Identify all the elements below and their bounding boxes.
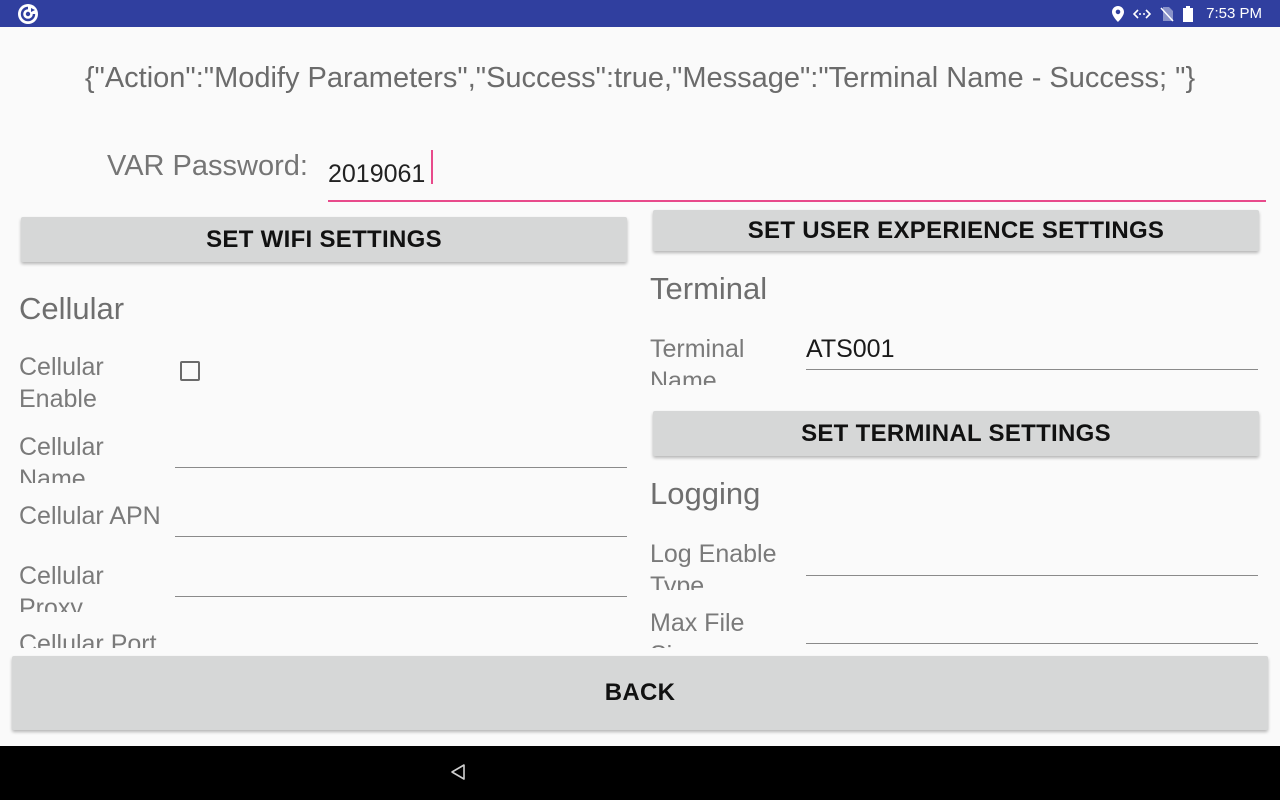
cellular-section-title: Cellular — [19, 291, 125, 326]
status-time: 7:53 PM — [1206, 5, 1262, 22]
cellular-proxy-input[interactable] — [175, 557, 627, 597]
set-terminal-settings-button[interactable]: SET TERMINAL SETTINGS — [653, 411, 1259, 456]
cellular-enable-checkbox[interactable] — [180, 361, 200, 381]
terminal-name-label: Terminal Name — [650, 335, 745, 385]
back-button[interactable]: BACK — [12, 656, 1268, 730]
logging-section-title: Logging — [650, 476, 761, 511]
nav-back-icon[interactable] — [449, 763, 467, 786]
battery-icon — [1183, 5, 1194, 22]
log-enable-type-input[interactable] — [806, 536, 1258, 576]
status-bar: 7:53 PM — [0, 0, 1280, 27]
max-file-size-label: Max File Size — [650, 609, 745, 648]
terminal-name-input[interactable] — [806, 330, 1258, 370]
var-password-input[interactable] — [328, 148, 1266, 202]
cellular-port-label: Cellular Port — [19, 630, 157, 648]
text-cursor — [431, 150, 433, 184]
response-message: {"Action":"Modify Parameters","Success":… — [84, 62, 1196, 94]
cellular-name-label: Cellular Name — [19, 433, 104, 483]
cellular-apn-label: Cellular APN — [19, 502, 161, 530]
location-icon — [1112, 5, 1125, 22]
no-sim-icon — [1160, 6, 1174, 22]
navigation-bar — [0, 746, 1280, 800]
log-enable-type-label: Log Enable Type — [650, 540, 777, 590]
app-notification-icon — [18, 4, 38, 24]
max-file-size-input[interactable] — [806, 604, 1258, 644]
set-wifi-settings-button[interactable]: SET WIFI SETTINGS — [21, 217, 627, 262]
set-user-experience-settings-button[interactable]: SET USER EXPERIENCE SETTINGS — [653, 210, 1259, 251]
cellular-name-input[interactable] — [175, 428, 627, 468]
var-password-label: VAR Password: — [107, 150, 308, 182]
cellular-apn-input[interactable] — [175, 497, 627, 537]
data-sync-icon — [1133, 7, 1152, 21]
terminal-section-title: Terminal — [650, 271, 768, 306]
cellular-enable-label: Cellular Enable — [19, 353, 104, 413]
cellular-proxy-label: Cellular Proxy — [19, 562, 104, 612]
